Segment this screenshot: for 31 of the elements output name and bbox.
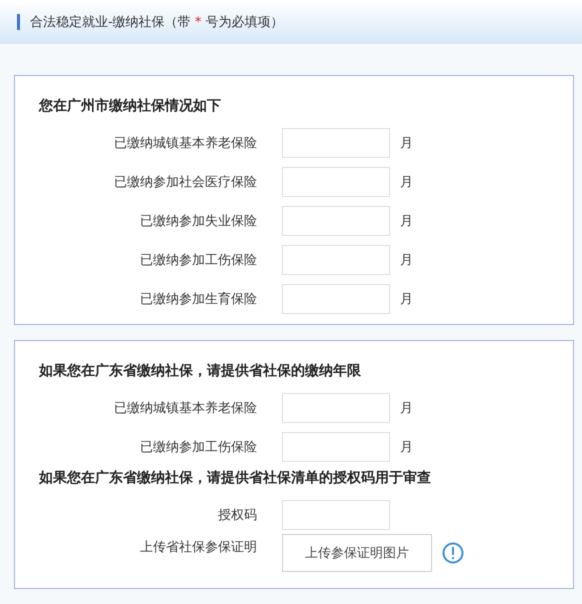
unit-label: 月	[400, 400, 413, 416]
field-label: 已缴纳参加生育保险	[139, 290, 257, 308]
field-label: 已缴纳参加工伤保险	[139, 252, 257, 268]
input-field[interactable]	[282, 284, 390, 314]
field-label: 已缴纳参加失业保险	[139, 212, 257, 230]
field-label: 已缴纳参加社会医疗保险	[113, 174, 257, 190]
input-field[interactable]	[282, 244, 390, 274]
input-field[interactable]	[282, 500, 390, 530]
field-label: 已缴纳参加工伤保险	[139, 438, 257, 456]
field-label: 授权码	[217, 506, 257, 524]
field-label: 已缴纳城镇基本养老保险	[113, 134, 257, 152]
field-label: 上传省社保参保证明	[139, 539, 257, 556]
input-field[interactable]	[282, 166, 390, 196]
unit-label: 月	[400, 438, 413, 456]
input-field[interactable]	[282, 392, 390, 422]
field-label: 已缴纳城镇基本养老保险	[113, 400, 257, 416]
section-heading: 您在广州市缴纳社保情况如下	[38, 96, 222, 116]
info-icon[interactable]	[442, 542, 464, 564]
accent-bar	[17, 14, 20, 30]
unit-label: 月	[400, 252, 413, 268]
form-title: 合法稳定就业-缴纳社保（带 * 号为必填项）	[30, 14, 284, 31]
section-heading: 如果您在广东省缴纳社保，请提供省社保的缴纳年限	[38, 362, 362, 381]
section-heading: 如果您在广东省缴纳社保，请提供省社保清单的授权码用于审查	[38, 468, 432, 488]
unit-label: 月	[400, 134, 413, 152]
unit-label: 月	[400, 212, 413, 230]
unit-label: 月	[400, 290, 413, 308]
unit-label: 月	[400, 174, 413, 190]
upload-button[interactable]: 上传参保证明图片	[282, 534, 432, 572]
input-field[interactable]	[282, 432, 390, 462]
input-field[interactable]	[282, 128, 390, 158]
input-field[interactable]	[282, 206, 390, 236]
